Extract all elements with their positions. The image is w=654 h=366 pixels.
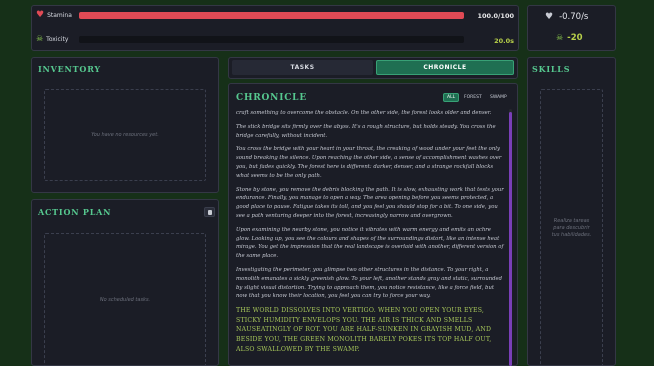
tab-tasks[interactable]: TASKS [232, 60, 373, 75]
skills-empty-text: Realiza tareas para descubrir tus habili… [551, 217, 592, 238]
skull-icon: ☠ [36, 34, 44, 43]
broken-heart-icon: ♥ [545, 11, 554, 22]
stamina-row: ♥ Stamina [36, 11, 72, 20]
chronicle-entry: craft something to overcome the obstacle… [236, 110, 492, 116]
toxicity-rate-row: ☠ -20 [556, 33, 583, 43]
skills-title: SKILLS [532, 64, 571, 74]
toxicity-value: 20.0s [494, 37, 514, 45]
stamina-value: 100.0/100 [477, 12, 514, 20]
stamina-label: Stamina [47, 12, 72, 19]
chronicle-entry: Stone by stone, you remove the debris bl… [236, 186, 504, 219]
chronicle-entry: The stick bridge sits firmly over the ab… [236, 123, 496, 139]
trash-icon [207, 209, 212, 215]
stamina-bar-fill [79, 12, 464, 19]
filter-all[interactable]: ALL [443, 93, 460, 102]
inventory-empty: You have no resources yet. [44, 89, 206, 181]
tab-chronicle[interactable]: CHRONICLE [376, 60, 514, 75]
toxicity-row: ☠ Toxicity [36, 35, 68, 43]
stamina-rate: -0.70/s [559, 12, 589, 22]
toxicity-rate: -20 [567, 33, 583, 43]
chronicle-entry: Investigating the perimeter, you glimpse… [236, 266, 503, 300]
chronicle-title: CHRONICLE [236, 93, 307, 103]
heart-icon: ♥ [36, 10, 45, 20]
stamina-bar [79, 12, 464, 19]
inventory-title: INVENTORY [38, 64, 101, 74]
action-plan-empty-text: No scheduled tasks. [99, 297, 151, 303]
skull-icon: ☠ [556, 33, 564, 42]
action-plan-title: ACTION PLAN [38, 207, 112, 217]
chronicle-log[interactable]: craft something to overcome the obstacle… [236, 109, 506, 366]
clear-plan-button[interactable] [204, 207, 215, 217]
stamina-rate-row: ♥ -0.70/s [545, 12, 588, 22]
toxicity-label: Toxicity [46, 35, 69, 43]
skills-empty: Realiza tareas para descubrir tus habili… [540, 89, 603, 366]
chronicle-entry: The world dissolves into vertigo. When y… [236, 307, 492, 353]
chronicle-entry: You cross the bridge with your heart in … [236, 146, 502, 179]
inventory-empty-text: You have no resources yet. [91, 132, 159, 138]
action-plan-empty: No scheduled tasks. [44, 233, 206, 366]
filter-swamp[interactable]: SWAMP [487, 94, 510, 101]
toxicity-bar [79, 36, 464, 43]
filter-forest[interactable]: FOREST [461, 94, 485, 101]
chronicle-scrollbar-thumb[interactable] [509, 112, 512, 366]
chronicle-entry: Upon examining the nearby stone, you not… [236, 226, 504, 260]
